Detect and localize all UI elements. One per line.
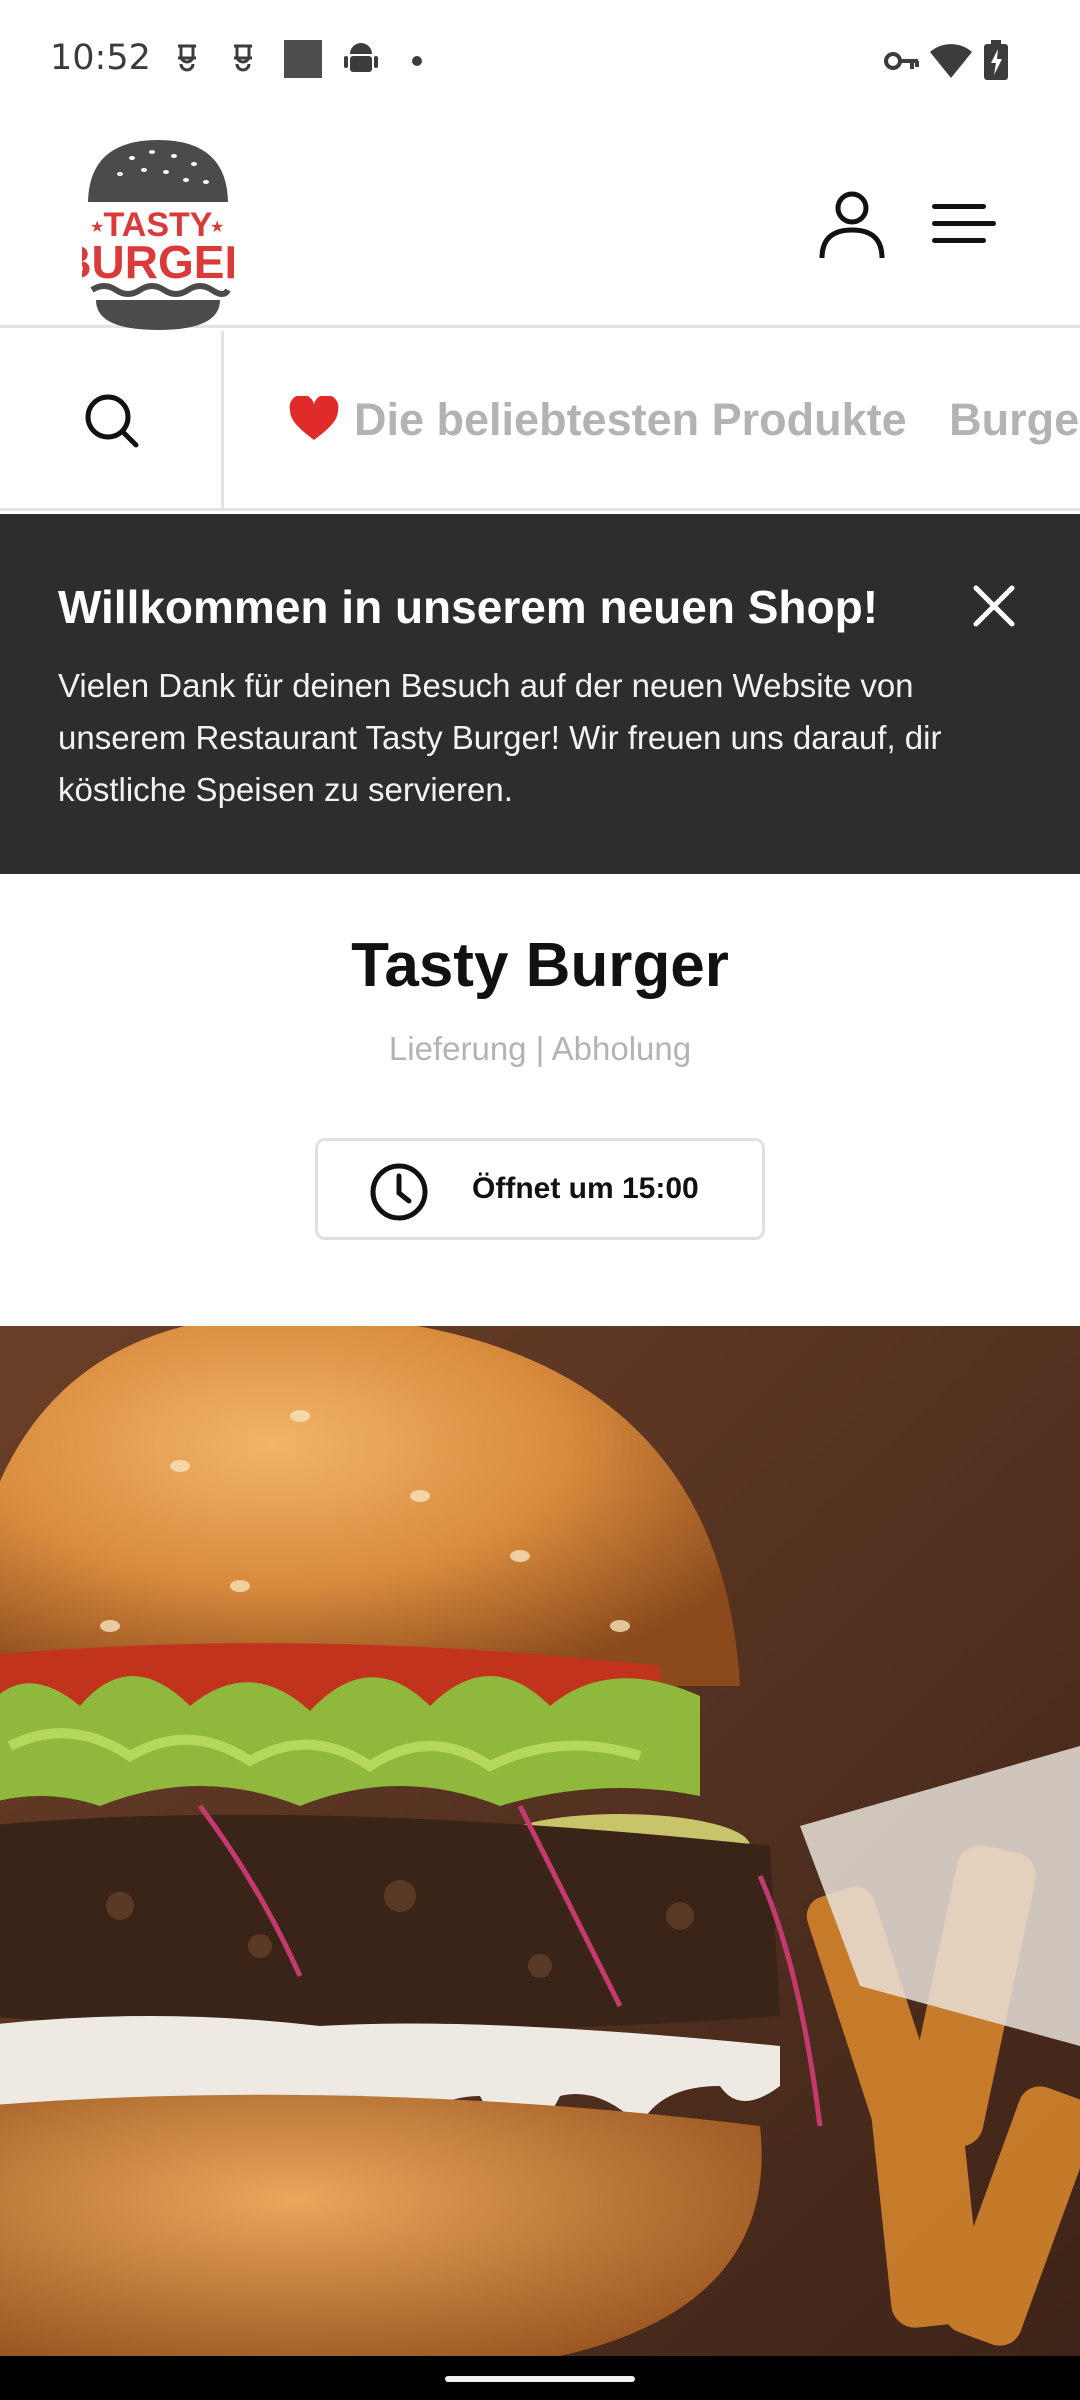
search-button[interactable] [0, 331, 224, 508]
category-label-popular: Die beliebtesten Produkte [354, 394, 907, 445]
category-list[interactable]: Die beliebtesten Produkte Burger [226, 331, 1080, 508]
logo-star-right: ★ [210, 217, 224, 236]
wifi-icon [930, 44, 972, 78]
hamburger-menu-icon[interactable] [932, 200, 996, 248]
category-bar: Die beliebtesten Produkte Burger [0, 331, 1080, 511]
status-time: 10:52 [50, 38, 151, 78]
close-icon[interactable] [972, 584, 1016, 628]
welcome-banner: Willkommen in unserem neuen Shop! Vielen… [0, 514, 1080, 874]
logo-text-burger: BURGER [82, 236, 234, 288]
site-header: TASTY ★ ★ BURGER [0, 124, 1080, 330]
banner-title: Willkommen in unserem neuen Shop! [58, 581, 879, 633]
battery-charging-icon [984, 40, 1008, 80]
status-bar: 10:52 [0, 0, 1080, 124]
store-modes: Lieferung | Abholung [388, 1030, 692, 1067]
notification-icon [178, 44, 196, 72]
hero-burger-image [0, 1326, 1080, 2356]
system-navigation-bar [0, 2356, 1080, 2400]
notification-icon [234, 44, 252, 72]
vpn-key-icon [884, 52, 919, 70]
tasty-burger-logo[interactable]: TASTY ★ ★ BURGER [82, 132, 234, 332]
opening-hours-label: Öffnet um 15:00 [472, 1172, 699, 1205]
store-title: Tasty Burger [351, 931, 729, 1000]
banner-text: Vielen Dank für deinen Besuch auf der ne… [58, 667, 942, 808]
clock-icon [370, 1163, 428, 1221]
category-label-burger: Burger [949, 394, 1080, 445]
category-item-popular[interactable]: Die beliebtesten Produkte [288, 331, 907, 508]
logo-star-left: ★ [90, 217, 104, 236]
heart-icon [289, 396, 339, 441]
burger-illustration [0, 1326, 1080, 2356]
dot-icon [412, 56, 422, 66]
account-icon[interactable] [818, 190, 886, 260]
android-icon [344, 43, 378, 72]
image-icon [284, 40, 322, 78]
home-gesture-handle[interactable] [445, 2376, 635, 2382]
search-icon [85, 394, 139, 448]
category-item-burger[interactable]: Burger [949, 331, 1080, 508]
opening-hours-button[interactable]: Öffnet um 15:00 [315, 1138, 765, 1240]
